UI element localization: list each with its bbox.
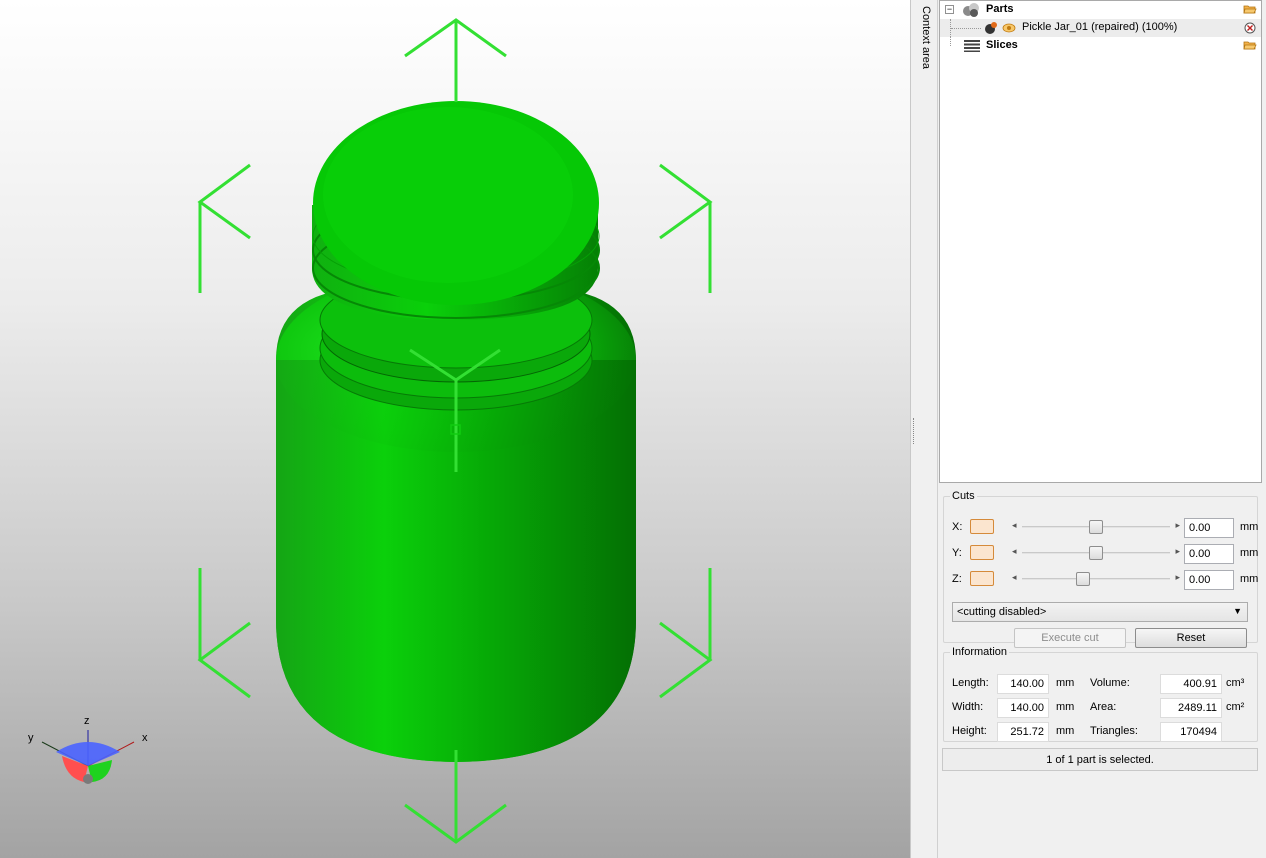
axis-orientation-widget: y z x (22, 712, 162, 792)
part-mesh-icon (985, 22, 997, 34)
cut-slider-x[interactable]: ◂ ▸ (1012, 520, 1180, 534)
cut-unit: mm (1240, 547, 1259, 559)
right-panel: − Parts Pickle Jar_01 (repaired) (100%) (938, 0, 1266, 858)
parts-tree[interactable]: − Parts Pickle Jar_01 (repaired) (100%) (939, 0, 1262, 483)
parts-label: Parts (986, 3, 1014, 15)
cut-axis-label: Y: (952, 547, 962, 559)
cut-row-y: Y: ◂ ▸ 0.00 mm (952, 544, 1258, 564)
information-group: Information Length: 140.00 mm Width: 140… (943, 646, 1258, 742)
cut-axis-label: X: (952, 521, 963, 533)
cut-plane-toggle-z[interactable] (970, 571, 994, 586)
cut-plane-toggle-y[interactable] (970, 545, 994, 560)
splitter-grip[interactable] (913, 418, 915, 444)
width-label: Width: (952, 701, 984, 713)
area-row: Area: 2489.11 cm² (1090, 698, 1255, 718)
cuts-title: Cuts (952, 490, 975, 502)
selection-status: 1 of 1 part is selected. (942, 748, 1258, 771)
height-row: Height: 251.72 mm (952, 722, 1092, 742)
length-unit: mm (1056, 677, 1075, 689)
cut-unit: mm (1240, 521, 1259, 533)
cut-row-x: X: ◂ ▸ 0.00 mm (952, 518, 1258, 538)
triangles-value: 170494 (1160, 722, 1222, 742)
cut-unit: mm (1240, 573, 1259, 585)
cut-mode-value: <cutting disabled> (957, 606, 1047, 618)
cut-plane-toggle-x[interactable] (970, 519, 994, 534)
slider-thumb[interactable] (1089, 546, 1103, 560)
open-folder-icon[interactable] (1243, 39, 1257, 51)
information-title: Information (952, 646, 1008, 658)
slider-thumb[interactable] (1075, 572, 1090, 586)
length-value: 140.00 (997, 674, 1049, 694)
open-folder-icon[interactable] (1243, 3, 1257, 15)
parts-group-icon (963, 3, 979, 17)
triangles-label: Triangles: (1090, 725, 1138, 737)
width-value: 140.00 (997, 698, 1049, 718)
cut-slider-z[interactable]: ◂ ▸ (1012, 572, 1180, 586)
reset-button[interactable]: Reset (1135, 628, 1247, 648)
context-area-label: Context area (920, 6, 932, 69)
execute-cut-button[interactable]: Execute cut (1014, 628, 1126, 648)
tree-row-parts[interactable]: − Parts (940, 1, 1261, 19)
cut-axis-label: Z: (952, 573, 962, 585)
length-row: Length: 140.00 mm (952, 674, 1092, 694)
height-label: Height: (952, 725, 987, 737)
remove-part-icon[interactable] (1244, 22, 1256, 34)
cut-value-x[interactable]: 0.00 (1184, 518, 1234, 538)
volume-row: Volume: 400.91 cm³ (1090, 674, 1255, 694)
cuts-group: Cuts X: ◂ ▸ 0.00 mm Y: ◂ ▸ 0.00 mm Z: ◂ … (943, 490, 1258, 648)
cut-slider-y[interactable]: ◂ ▸ (1012, 546, 1180, 560)
volume-label: Volume: (1090, 677, 1130, 689)
chevron-down-icon: ▼ (1233, 606, 1242, 616)
height-value: 251.72 (997, 722, 1049, 742)
3d-viewport[interactable]: y z x (0, 0, 910, 858)
slider-thumb[interactable] (1089, 520, 1103, 534)
axis-label-z: z (84, 715, 90, 727)
slices-stack-icon (964, 40, 980, 52)
cut-value-z[interactable]: 0.00 (1184, 570, 1234, 590)
cut-value-y[interactable]: 0.00 (1184, 544, 1234, 564)
volume-value: 400.91 (1160, 674, 1222, 694)
width-unit: mm (1056, 701, 1075, 713)
collapse-icon[interactable]: − (945, 5, 954, 14)
slices-label: Slices (986, 39, 1018, 51)
triangles-row: Triangles: 170494 (1090, 722, 1255, 742)
axis-label-x: x (142, 732, 148, 744)
cut-mode-dropdown[interactable]: <cutting disabled> ▼ (952, 602, 1248, 622)
width-row: Width: 140.00 mm (952, 698, 1092, 718)
cut-row-z: Z: ◂ ▸ 0.00 mm (952, 570, 1258, 590)
context-area-tab[interactable]: Context area (916, 0, 938, 858)
height-unit: mm (1056, 725, 1075, 737)
area-unit: cm² (1226, 701, 1245, 713)
tree-row-slices[interactable]: Slices (940, 37, 1261, 55)
axis-label-y: y (28, 732, 34, 744)
area-label: Area: (1090, 701, 1117, 713)
length-label: Length: (952, 677, 989, 689)
area-value: 2489.11 (1160, 698, 1222, 718)
visibility-eye-icon[interactable] (1002, 22, 1016, 34)
tree-row-part-item[interactable]: Pickle Jar_01 (repaired) (100%) (940, 19, 1261, 37)
volume-unit: cm³ (1226, 677, 1245, 689)
part-item-label: Pickle Jar_01 (repaired) (100%) (1022, 21, 1178, 33)
